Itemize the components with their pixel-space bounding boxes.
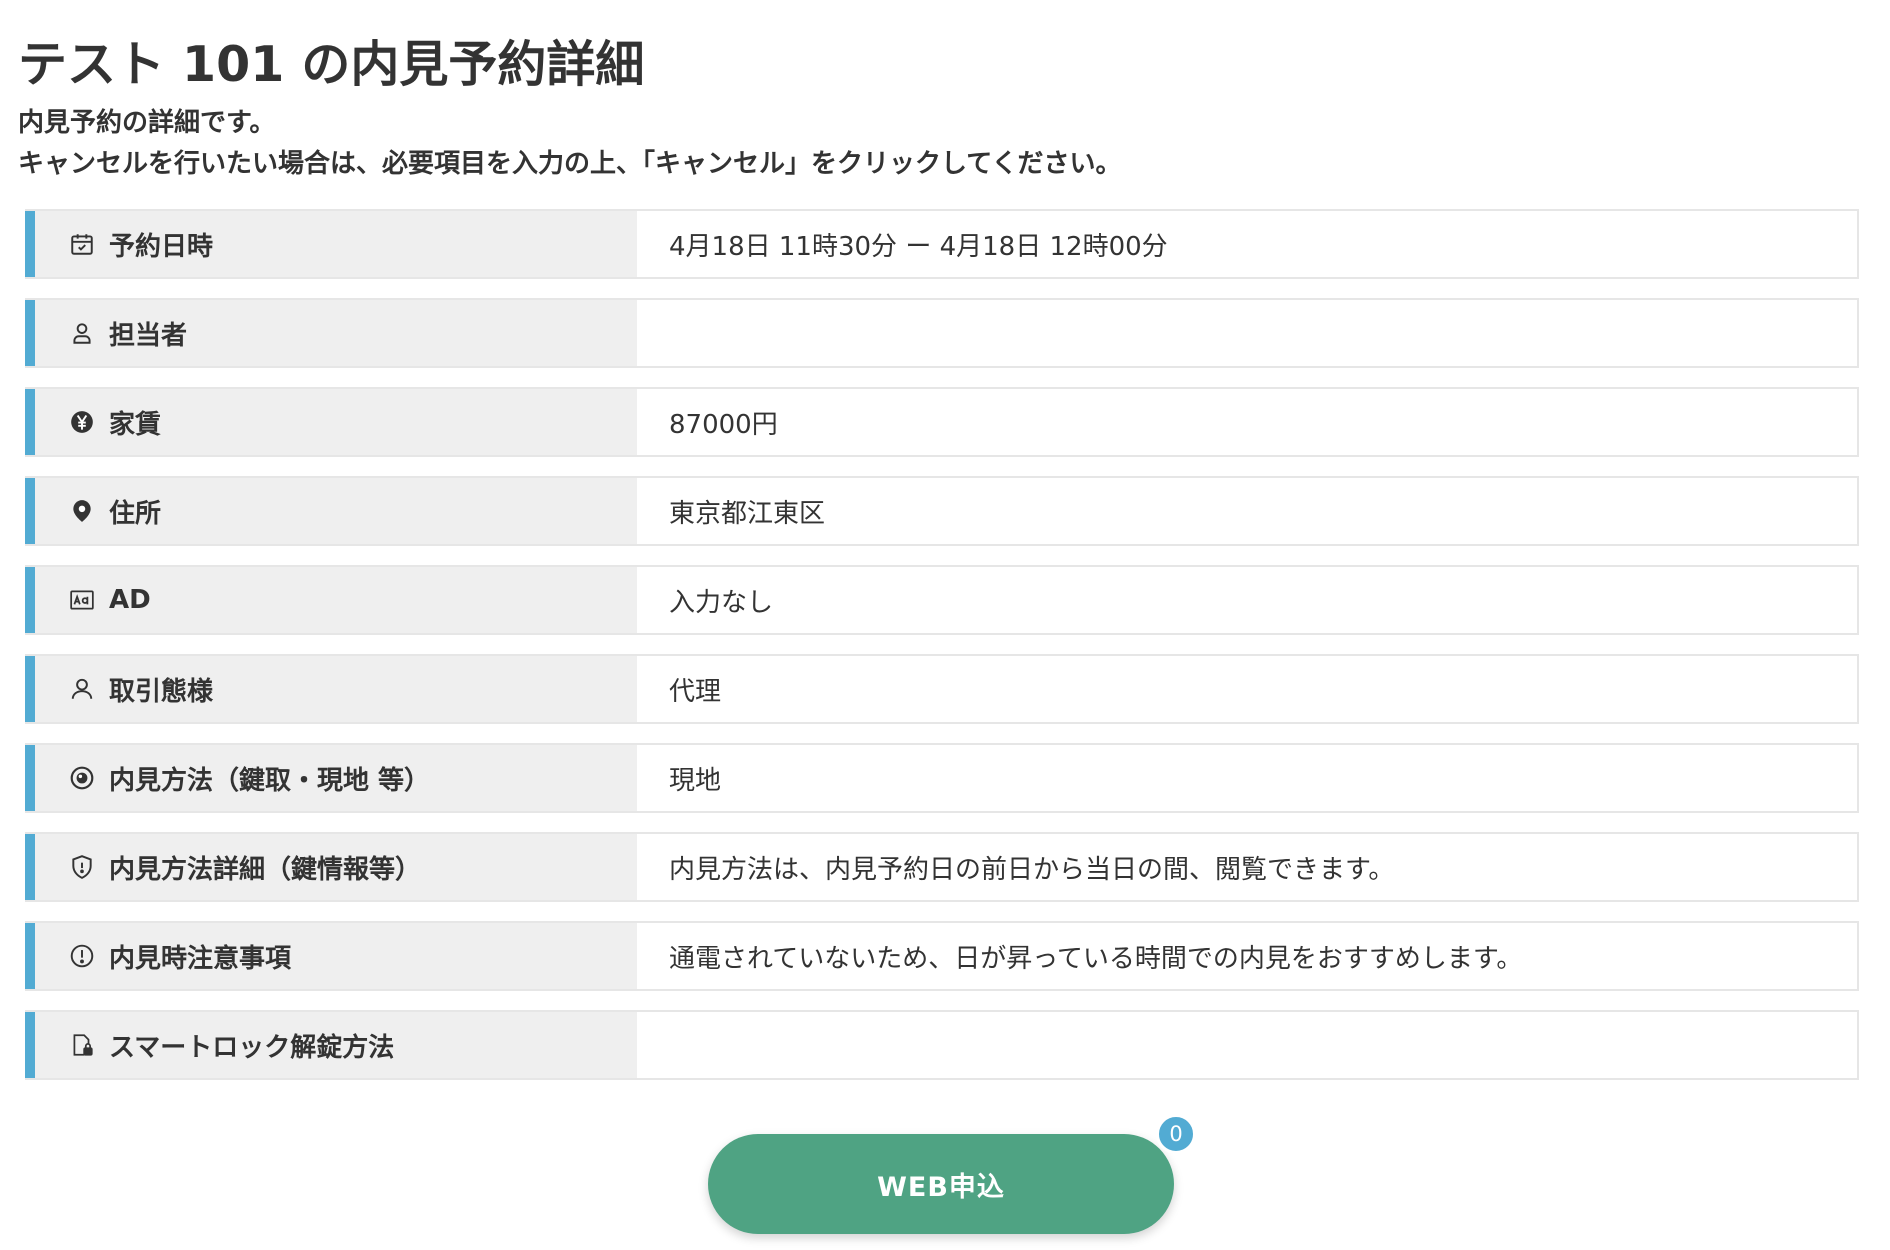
detail-row-staff: 担当者 [25, 298, 1859, 368]
yen-icon [69, 409, 95, 435]
eye-icon [69, 765, 95, 791]
detail-label-cell: AD [25, 567, 637, 633]
page-description-line2: キャンセルを行いたい場合は、必要項目を入力の上、「キャンセル」をクリックしてくだ… [18, 149, 1122, 179]
page-description-line1: 内見予約の詳細です。 [18, 108, 276, 138]
detail-label-cell: 住所 [25, 478, 637, 544]
detail-value: 87000円 [637, 389, 1857, 455]
user-icon [69, 676, 95, 702]
detail-value: 現地 [637, 745, 1857, 811]
detail-label-cell: 内見方法（鍵取・現地 等） [25, 745, 637, 811]
detail-label-cell: 内見方法詳細（鍵情報等） [25, 834, 637, 900]
detail-value: 内見方法は、内見予約日の前日から当日の間、閲覧できます。 [637, 834, 1857, 900]
detail-value: 通電されていないため、日が昇っている時間での内見をおすすめします。 [637, 923, 1857, 989]
detail-table: 予約日時 4月18日 11時30分 ー 4月18日 12時00分 担当者 家賃 … [25, 209, 1859, 1080]
detail-value: 東京都江東区 [637, 478, 1857, 544]
calendar-icon [69, 231, 95, 257]
page-title: テスト 101 の内見予約詳細 [18, 36, 645, 93]
ad-icon [69, 587, 95, 613]
detail-label-cell: スマートロック解錠方法 [25, 1012, 637, 1078]
detail-label-cell: 内見時注意事項 [25, 923, 637, 989]
detail-label-cell: 取引態様 [25, 656, 637, 722]
detail-row-viewing-method-details: 内見方法詳細（鍵情報等） 内見方法は、内見予約日の前日から当日の間、閲覧できます… [25, 832, 1859, 902]
detail-value: 入力なし [637, 567, 1857, 633]
detail-label: 家賃 [109, 409, 162, 440]
smart-lock-icon [69, 1032, 95, 1058]
page: テスト 101 の内見予約詳細 内見予約の詳細です。 キャンセルを行いたい場合は… [0, 0, 1890, 1250]
detail-label: 内見時注意事項 [109, 943, 292, 974]
web-apply-count-badge: 0 [1156, 1114, 1196, 1154]
detail-value [637, 300, 1857, 366]
web-apply-wrapper: WEB申込 0 [708, 1114, 1196, 1234]
detail-label: 内見方法（鍵取・現地 等） [109, 765, 431, 796]
detail-label-cell: 予約日時 [25, 211, 637, 277]
detail-label: 予約日時 [109, 231, 214, 262]
detail-label: スマートロック解錠方法 [109, 1032, 395, 1063]
detail-row-transaction-type: 取引態様 代理 [25, 654, 1859, 724]
detail-row-viewing-notes: 内見時注意事項 通電されていないため、日が昇っている時間での内見をおすすめします… [25, 921, 1859, 991]
detail-label-cell: 家賃 [25, 389, 637, 455]
detail-label: 担当者 [109, 320, 188, 351]
detail-label: AD [109, 585, 151, 615]
shield-icon [69, 854, 95, 880]
detail-value: 4月18日 11時30分 ー 4月18日 12時00分 [637, 211, 1857, 277]
detail-row-reservation-datetime: 予約日時 4月18日 11時30分 ー 4月18日 12時00分 [25, 209, 1859, 279]
web-apply-button[interactable]: WEB申込 [708, 1134, 1174, 1234]
detail-label-cell: 担当者 [25, 300, 637, 366]
location-pin-icon [69, 498, 95, 524]
detail-row-smart-lock: スマートロック解錠方法 [25, 1010, 1859, 1080]
detail-row-viewing-method: 内見方法（鍵取・現地 等） 現地 [25, 743, 1859, 813]
person-icon [69, 320, 95, 346]
detail-row-ad: AD 入力なし [25, 565, 1859, 635]
detail-label: 取引態様 [109, 676, 214, 707]
detail-label: 住所 [109, 498, 162, 529]
detail-label: 内見方法詳細（鍵情報等） [109, 854, 422, 885]
detail-value: 代理 [637, 656, 1857, 722]
alert-circle-icon [69, 943, 95, 969]
detail-value [637, 1012, 1857, 1078]
detail-row-address: 住所 東京都江東区 [25, 476, 1859, 546]
detail-row-rent: 家賃 87000円 [25, 387, 1859, 457]
